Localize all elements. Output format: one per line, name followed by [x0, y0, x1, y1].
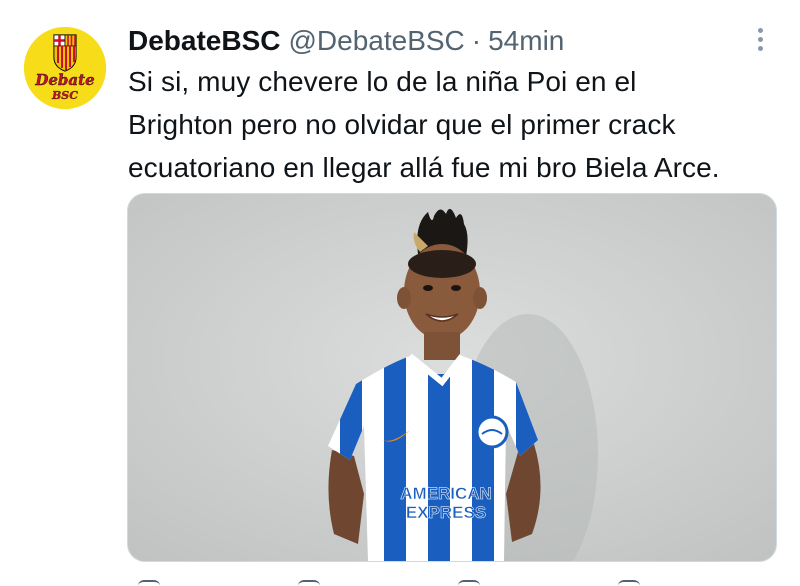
avatar[interactable]: Debate BSC — [24, 27, 106, 109]
tweet-text-line: Si si, muy chevere lo de la niña Poi en … — [128, 66, 637, 97]
tweet-text: Si si, muy chevere lo de la niña Poi en … — [128, 60, 788, 189]
tweet-header: DebateBSC @DebateBSC · 54min — [128, 24, 564, 60]
tweet-text-line: ecuatoriano en llegar allá fue mi bro Bi… — [128, 152, 720, 183]
tweet-action-bar — [128, 576, 768, 586]
separator-dot: · — [471, 25, 482, 56]
share-icon[interactable] — [618, 580, 640, 586]
tweet-media-image[interactable]: AMERICAN EXPRESS — [127, 193, 777, 562]
logo-word-top: Debate — [34, 71, 94, 89]
more-dot — [757, 27, 763, 33]
user-handle[interactable]: @DebateBSC — [288, 24, 464, 58]
reply-icon[interactable] — [138, 580, 160, 586]
tweet-card[interactable]: Debate BSC DebateBSC @DebateBSC · 54min … — [0, 0, 800, 586]
crest-icon — [53, 34, 77, 72]
tweet-text-line: Brighton pero no olvidar que el primer c… — [128, 109, 676, 140]
sponsor-line-1: AMERICAN — [400, 484, 492, 503]
sponsor-line-2: EXPRESS — [406, 503, 486, 522]
timestamp[interactable]: 54min — [488, 24, 564, 58]
player-photo: AMERICAN EXPRESS — [128, 194, 776, 561]
more-dot — [757, 45, 763, 51]
more-options-icon[interactable] — [744, 20, 776, 58]
display-name[interactable]: DebateBSC — [128, 24, 280, 58]
more-dot — [757, 36, 763, 42]
like-icon[interactable] — [458, 580, 480, 586]
retweet-icon[interactable] — [298, 580, 320, 586]
logo-word-bottom: BSC — [51, 89, 78, 102]
debatebsc-logo: Debate BSC — [24, 27, 106, 109]
club-crest-icon — [475, 415, 509, 449]
